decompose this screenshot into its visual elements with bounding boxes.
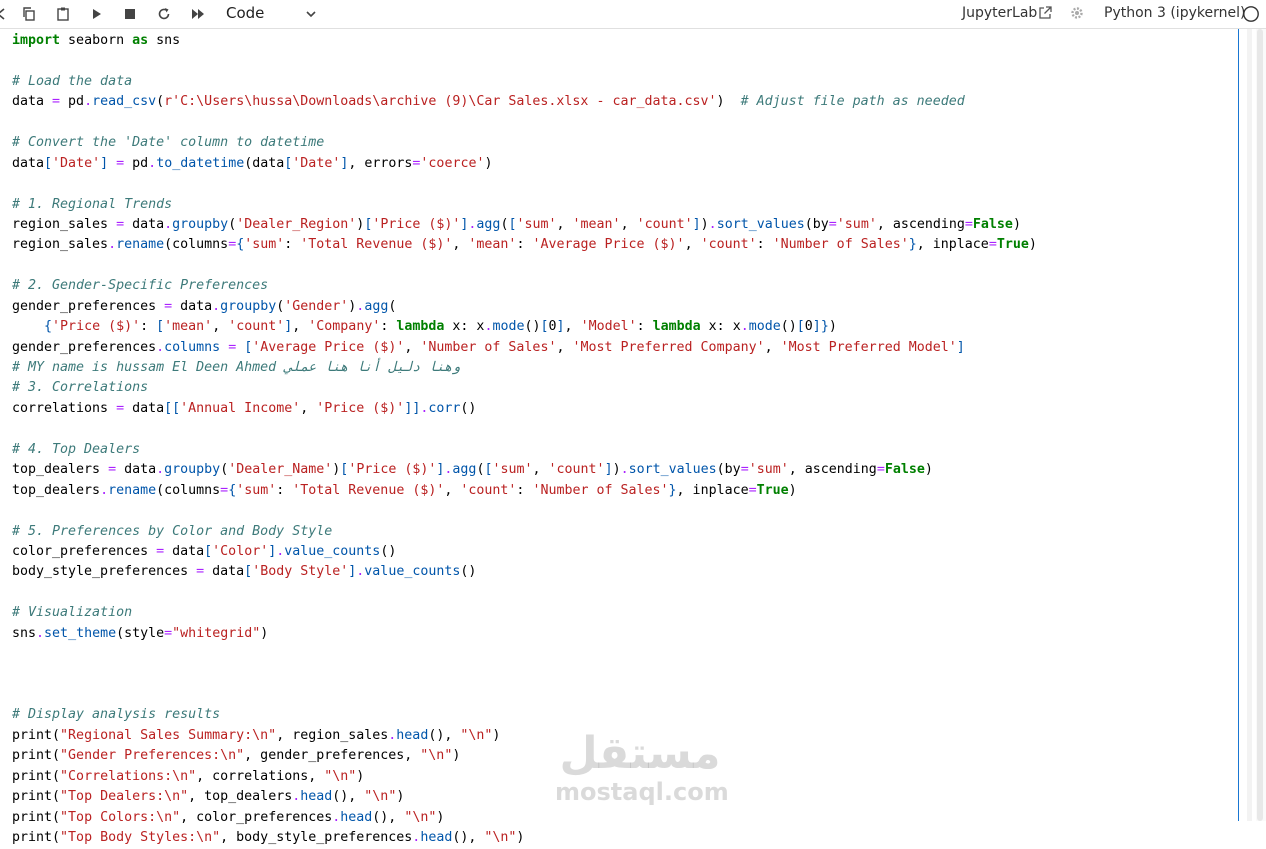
code-line[interactable]: # MY name is hussam El Deen Ahmed وهنا د…	[12, 358, 1037, 378]
code-line[interactable]: gender_preferences.columns = ['Average P…	[12, 338, 1037, 358]
cut-icon[interactable]	[0, 4, 12, 24]
code-line[interactable]	[12, 419, 1037, 439]
code-line[interactable]: import seaborn as sns	[12, 31, 1037, 51]
code-line[interactable]	[12, 51, 1037, 71]
paste-icon[interactable]	[53, 4, 73, 24]
cell-type-select[interactable]: Code	[226, 3, 320, 25]
code-line[interactable]: body_style_preferences = data['Body Styl…	[12, 562, 1037, 582]
jupyterlab-link[interactable]: JupyterLab	[962, 5, 1037, 21]
code-line[interactable]: top_dealers.rename(columns={'sum': 'Tota…	[12, 481, 1037, 501]
kernel-name[interactable]: Python 3 (ipykernel)	[1104, 5, 1245, 21]
code-line[interactable]	[12, 685, 1037, 705]
scrollbar-thumb[interactable]	[1257, 29, 1263, 821]
editor-gutter	[1247, 29, 1252, 821]
code-line[interactable]	[12, 113, 1037, 133]
code-line[interactable]: print("Regional Sales Summary:\n", regio…	[12, 726, 1037, 746]
code-line[interactable]: # Visualization	[12, 603, 1037, 623]
external-link-icon[interactable]	[1037, 5, 1053, 25]
code-line[interactable]: # 1. Regional Trends	[12, 195, 1037, 215]
code-line[interactable]: data['Date'] = pd.to_datetime(data['Date…	[12, 154, 1037, 174]
kernel-status-icon	[1242, 5, 1260, 27]
code-line[interactable]: color_preferences = data['Color'].value_…	[12, 542, 1037, 562]
code-line[interactable]: data = pd.read_csv(r'C:\Users\hussa\Down…	[12, 92, 1037, 112]
notebook-toolbar: Code JupyterLab Python 3 (ipykernel)	[0, 0, 1266, 29]
code-line[interactable]: # 2. Gender-Specific Preferences	[12, 276, 1037, 296]
code-line[interactable]: print("Top Colors:\n", color_preferences…	[12, 808, 1037, 828]
code-line[interactable]: region_sales = data.groupby('Dealer_Regi…	[12, 215, 1037, 235]
code-line[interactable]: sns.set_theme(style="whitegrid")	[12, 624, 1037, 644]
code-line[interactable]: # Load the data	[12, 72, 1037, 92]
code-line[interactable]: correlations = data[['Annual Income', 'P…	[12, 399, 1037, 419]
code-line[interactable]: # Display analysis results	[12, 705, 1037, 725]
code-line[interactable]: print("Top Body Styles:\n", body_style_p…	[12, 828, 1037, 848]
restart-icon[interactable]	[154, 4, 174, 24]
cell-type-value: Code	[226, 4, 265, 22]
code-line[interactable]: # Convert the 'Date' column to datetime	[12, 133, 1037, 153]
code-line[interactable]: # 3. Correlations	[12, 378, 1037, 398]
code-line[interactable]: region_sales.rename(columns={'sum': 'Tot…	[12, 235, 1037, 255]
code-line[interactable]	[12, 174, 1037, 194]
code-line[interactable]	[12, 644, 1037, 664]
code-line[interactable]	[12, 583, 1037, 603]
fast-forward-icon[interactable]	[188, 4, 208, 24]
code-line[interactable]: print("Top Dealers:\n", top_dealers.head…	[12, 787, 1037, 807]
stop-icon[interactable]	[120, 4, 140, 24]
code-line[interactable]: gender_preferences = data.groupby('Gende…	[12, 297, 1037, 317]
gear-icon[interactable]	[1069, 5, 1085, 25]
run-icon[interactable]	[87, 4, 107, 24]
code-line[interactable]: print("Gender Preferences:\n", gender_pr…	[12, 746, 1037, 766]
code-line[interactable]	[12, 256, 1037, 276]
code-line[interactable]: # 5. Preferences by Color and Body Style	[12, 522, 1037, 542]
copy-icon[interactable]	[19, 4, 39, 24]
code-line[interactable]: # 4. Top Dealers	[12, 440, 1037, 460]
chevron-down-icon	[304, 6, 318, 26]
code-line[interactable]	[12, 665, 1037, 685]
code-content[interactable]: import seaborn as sns # Load the data dat…	[12, 31, 1037, 849]
code-line[interactable]	[12, 501, 1037, 521]
code-cell-editor[interactable]: import seaborn as sns # Load the data dat…	[0, 29, 1239, 845]
code-line[interactable]: {'Price ($)': ['mean', 'count'], 'Compan…	[12, 317, 1037, 337]
code-line[interactable]: top_dealers = data.groupby('Dealer_Name'…	[12, 460, 1037, 480]
code-line[interactable]: print("Correlations:\n", correlations, "…	[12, 767, 1037, 787]
